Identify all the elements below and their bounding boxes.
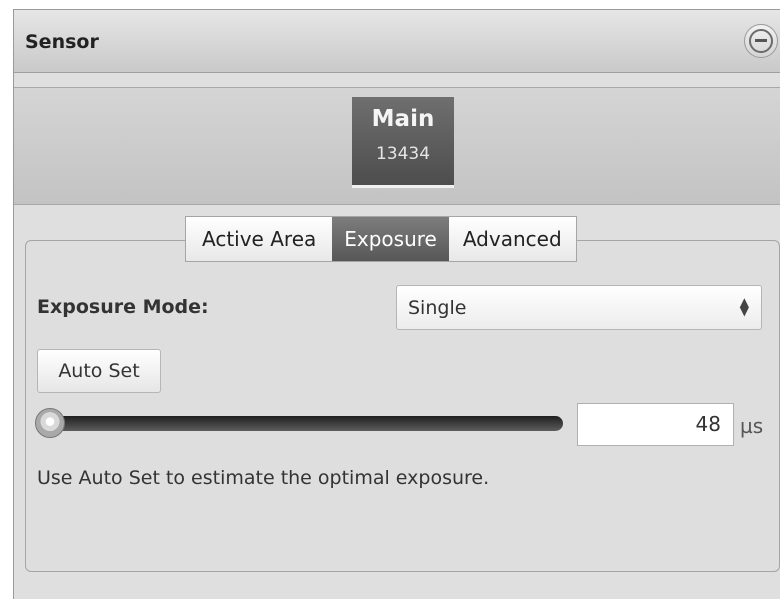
up-down-arrows-icon: ▲ ▼ (739, 295, 749, 318)
exposure-mode-label: Exposure Mode: (37, 296, 209, 318)
sensor-panel: Sensor Main 13434 Active Area Exposure A… (13, 9, 780, 599)
tab-active-area[interactable]: Active Area (186, 217, 333, 261)
sensor-name: Main (371, 106, 435, 132)
tab-exposure[interactable]: Exposure (332, 217, 449, 261)
panel-header: Sensor (14, 10, 780, 73)
exposure-mode-select[interactable]: Single ▲ ▼ (396, 285, 762, 330)
exposure-help-text: Use Auto Set to estimate the optimal exp… (37, 467, 490, 489)
sensor-selector-bar: Main 13434 (14, 87, 780, 205)
tab-advanced[interactable]: Advanced (448, 217, 576, 261)
auto-set-button[interactable]: Auto Set (37, 349, 161, 393)
minus-circle-icon (749, 29, 773, 53)
exposure-mode-value: Single (408, 297, 467, 319)
exposure-unit-label: µs (740, 414, 764, 438)
exposure-value-input[interactable]: 48 (577, 403, 734, 446)
sensor-tile-main[interactable]: Main 13434 (352, 97, 454, 188)
exposure-slider-thumb[interactable] (35, 408, 65, 438)
panel-title: Sensor (25, 31, 99, 53)
sensor-value: 13434 (375, 144, 431, 164)
exposure-slider-track[interactable] (43, 416, 563, 431)
collapse-button[interactable] (744, 24, 778, 58)
tab-strip: Active Area Exposure Advanced (185, 216, 577, 262)
